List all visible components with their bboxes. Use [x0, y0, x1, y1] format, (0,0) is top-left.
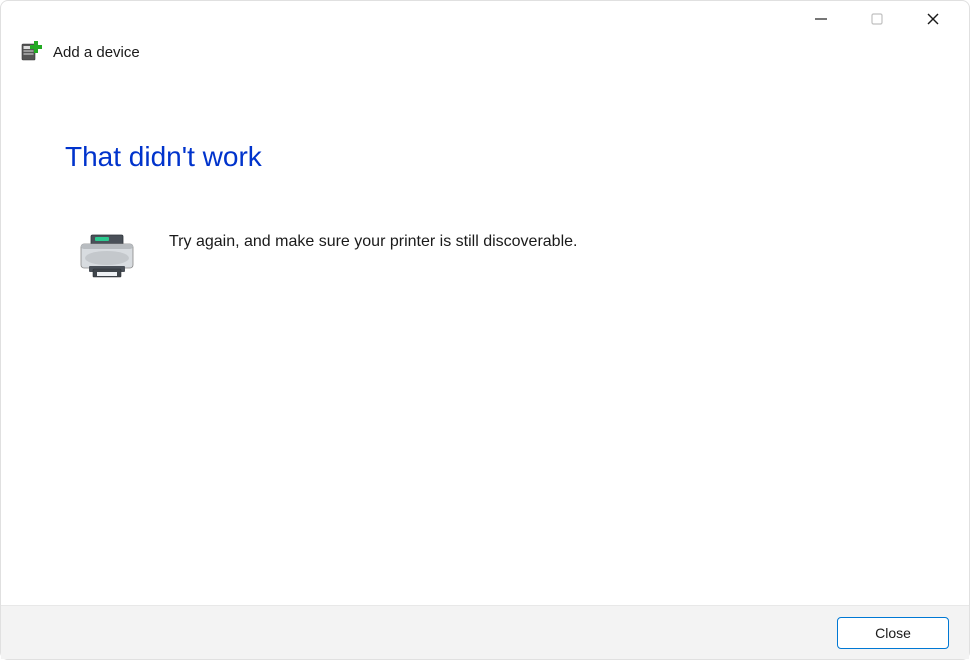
error-heading: That didn't work [65, 141, 905, 173]
dialog-content: That didn't work Try again, and make sur… [1, 63, 969, 281]
add-device-icon [21, 41, 43, 63]
window-titlebar [1, 1, 969, 37]
error-message: Try again, and make sure your printer is… [169, 231, 577, 251]
window-close-button[interactable] [905, 3, 961, 35]
minimize-icon [814, 12, 828, 26]
maximize-button[interactable] [849, 3, 905, 35]
message-row: Try again, and make sure your printer is… [65, 231, 905, 281]
close-icon [926, 12, 940, 26]
maximize-icon [870, 12, 884, 26]
dialog-header: Add a device [1, 37, 969, 63]
dialog-title: Add a device [53, 44, 140, 61]
printer-icon [77, 233, 137, 281]
dialog-footer: Close [1, 605, 969, 659]
minimize-button[interactable] [793, 3, 849, 35]
close-button[interactable]: Close [837, 617, 949, 649]
